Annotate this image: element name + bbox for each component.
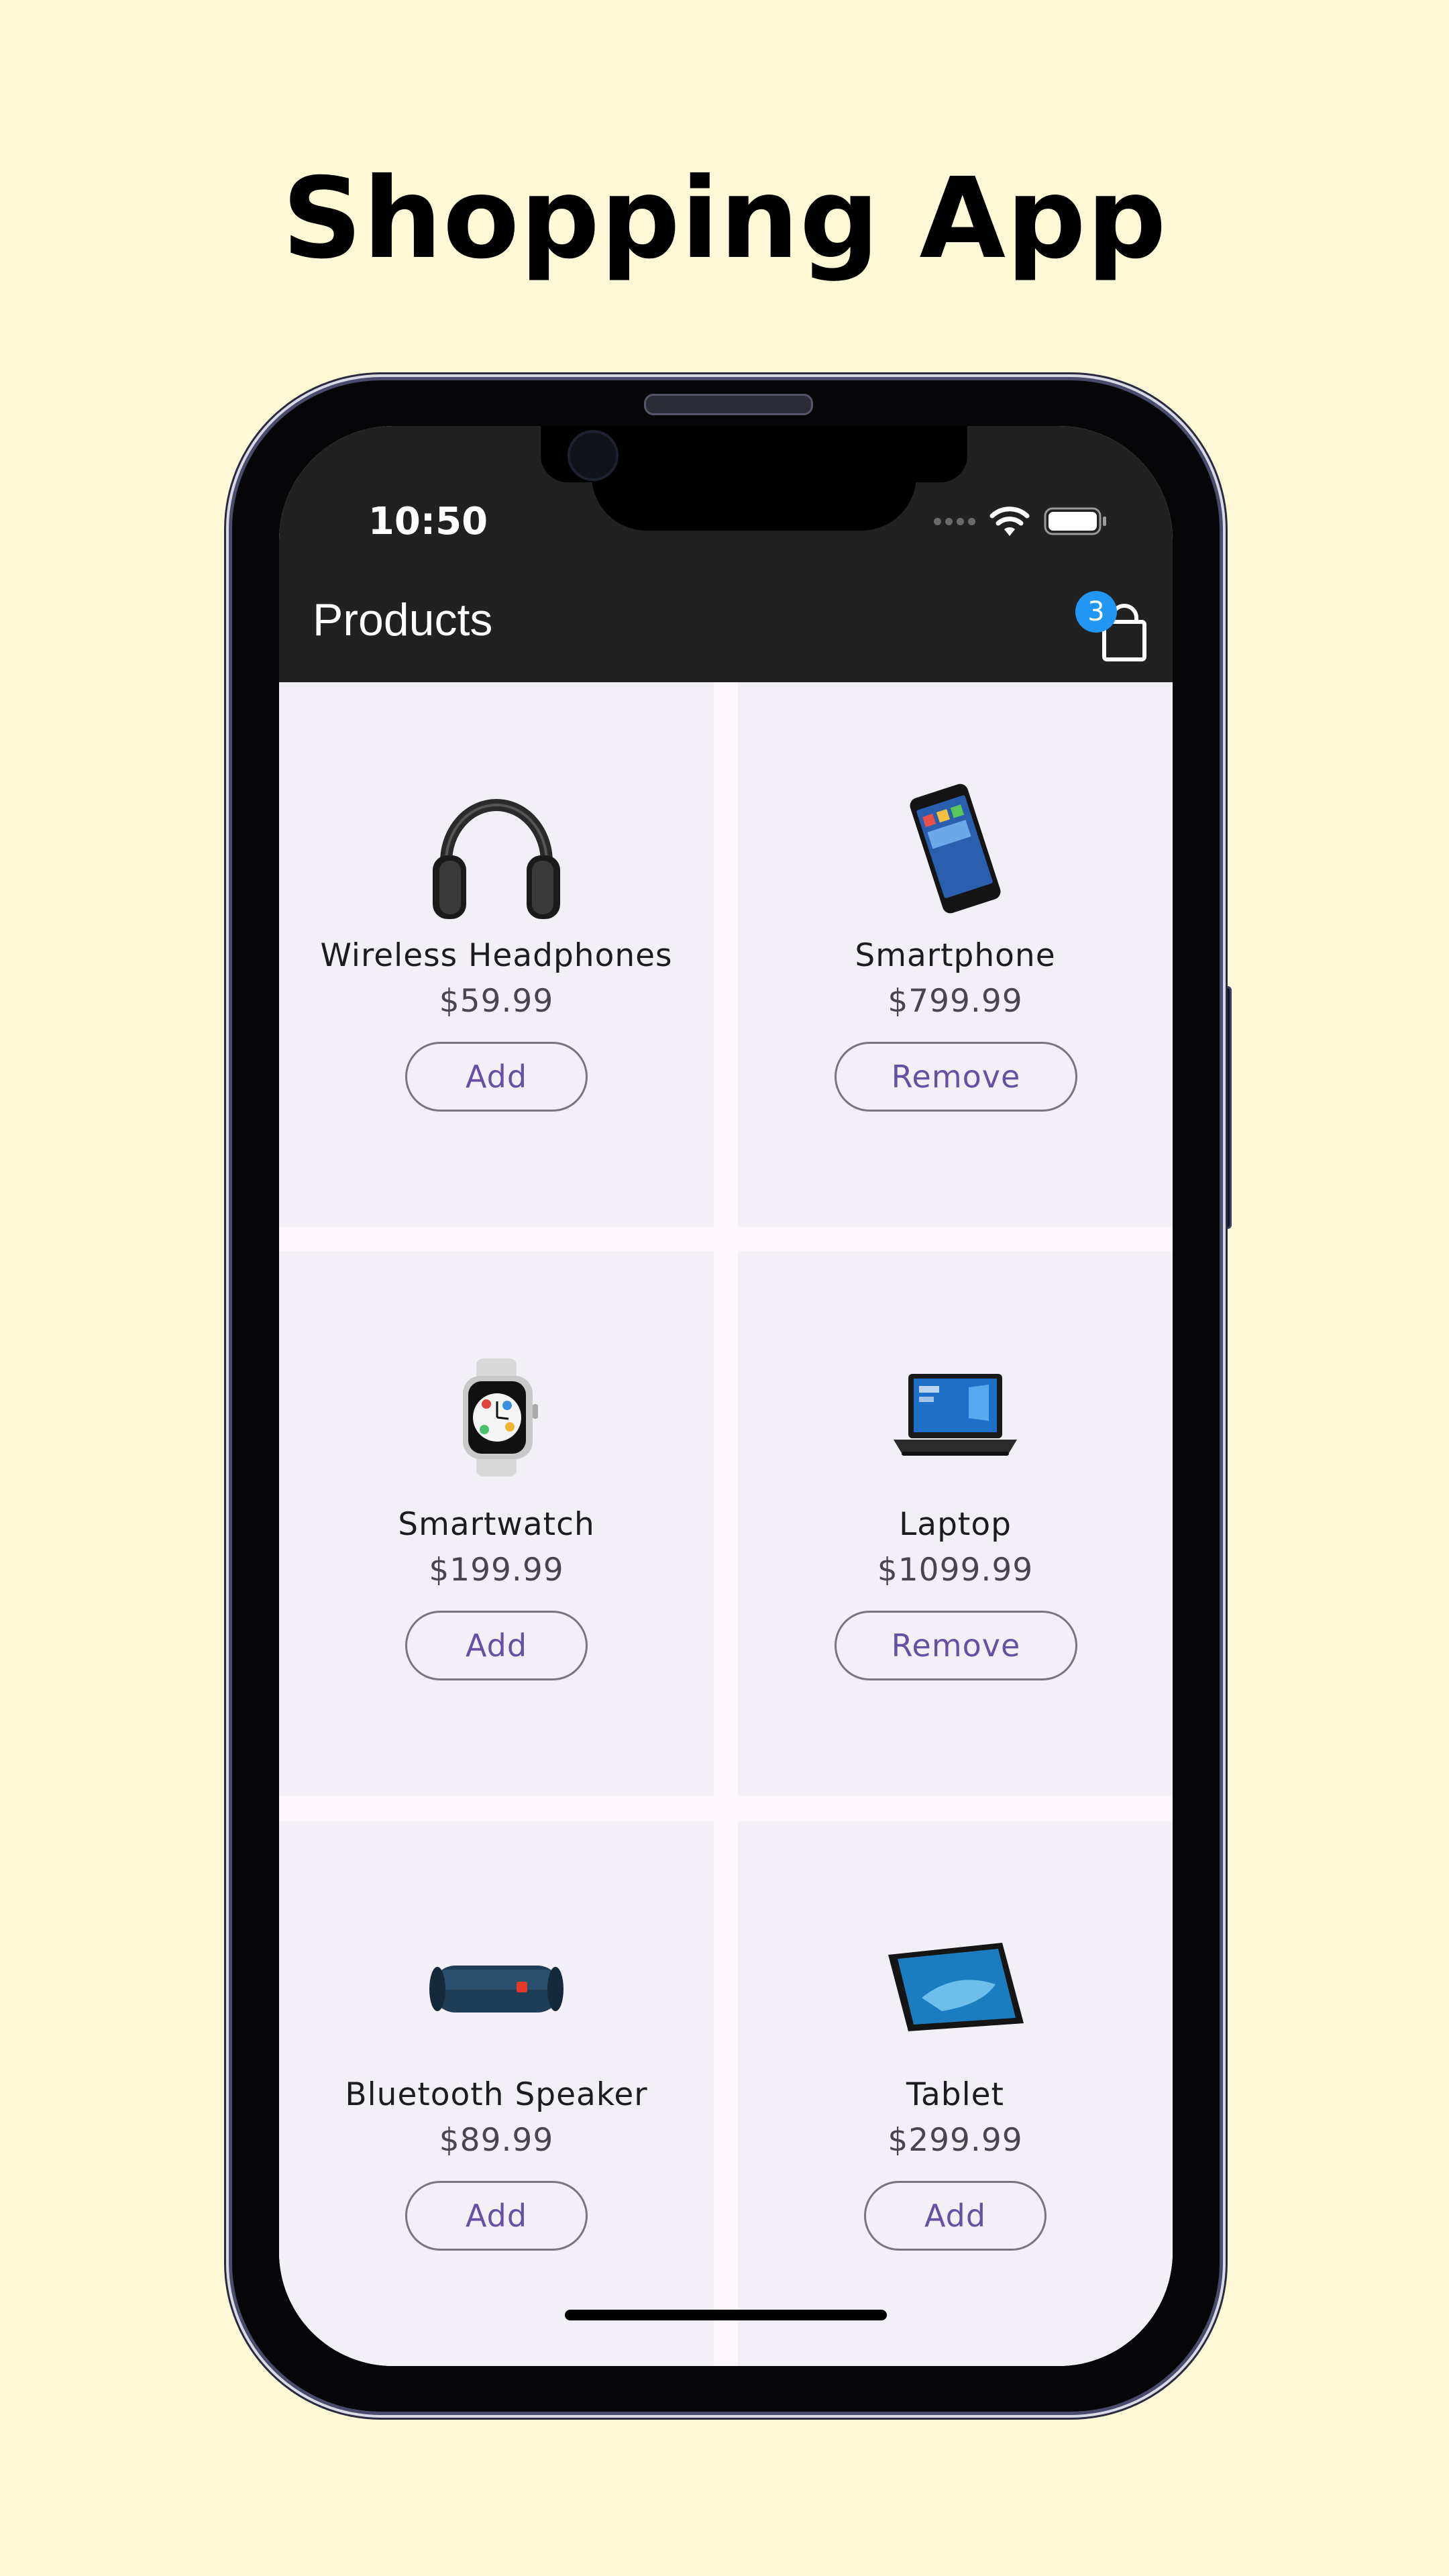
cart-count-badge: 3 <box>1075 591 1117 633</box>
product-price: $199.99 <box>429 1552 564 1589</box>
phone-screen: 10:50 Products 3 Wireless Headphones $59… <box>279 426 1173 2366</box>
product-card: Smartwatch $199.99 Add <box>279 1251 714 1796</box>
app-bar-title: Products <box>313 594 493 645</box>
home-indicator[interactable] <box>565 2310 887 2320</box>
headphones-image <box>279 772 714 925</box>
product-price: $799.99 <box>888 983 1023 1020</box>
front-camera <box>568 430 619 481</box>
phone-frame: 10:50 Products 3 Wireless Headphones $59… <box>232 380 1220 2412</box>
camera-notch <box>592 426 916 531</box>
add-to-cart-button[interactable]: Add <box>405 1042 588 1112</box>
product-name: Tablet <box>906 2076 1004 2113</box>
tablet-image <box>738 1911 1173 2064</box>
add-to-cart-button[interactable]: Add <box>405 1611 588 1680</box>
product-grid: Wireless Headphones $59.99 Add Smartphon… <box>279 682 1173 2366</box>
remove-from-cart-button[interactable]: Remove <box>835 1611 1077 1680</box>
product-card: Wireless Headphones $59.99 Add <box>279 682 714 1227</box>
product-card: Bluetooth Speaker $89.99 Add <box>279 1821 714 2366</box>
laptop-image <box>738 1341 1173 1494</box>
app-top-bar: 10:50 Products 3 <box>279 426 1173 682</box>
product-price: $299.99 <box>888 2122 1023 2159</box>
product-name: Smartphone <box>855 937 1056 974</box>
add-to-cart-button[interactable]: Add <box>864 2181 1046 2251</box>
cellular-signal-icon <box>934 517 975 525</box>
product-card: Smartphone $799.99 Remove <box>738 682 1173 1227</box>
smartwatch-image <box>279 1341 714 1494</box>
power-button <box>1220 986 1232 1229</box>
earpiece-speaker <box>644 394 813 415</box>
notch-right-ear <box>914 426 967 482</box>
product-name: Smartwatch <box>398 1506 595 1543</box>
product-price: $1099.99 <box>877 1552 1034 1589</box>
product-card: Tablet $299.99 Add <box>738 1821 1173 2366</box>
product-name: Wireless Headphones <box>320 937 673 974</box>
remove-from-cart-button[interactable]: Remove <box>835 1042 1077 1112</box>
battery-icon <box>1044 507 1106 535</box>
product-name: Bluetooth Speaker <box>345 2076 648 2113</box>
wifi-icon <box>989 506 1030 536</box>
status-time: 10:50 <box>368 500 488 543</box>
product-name: Laptop <box>899 1506 1012 1543</box>
product-price: $89.99 <box>439 2122 554 2159</box>
speaker-image <box>279 1911 714 2064</box>
product-card: Laptop $1099.99 Remove <box>738 1251 1173 1796</box>
smartphone-image <box>738 772 1173 925</box>
status-icons <box>934 501 1108 541</box>
page-headline: Shopping App <box>282 154 1167 284</box>
add-to-cart-button[interactable]: Add <box>405 2181 588 2251</box>
product-price: $59.99 <box>439 983 554 1020</box>
